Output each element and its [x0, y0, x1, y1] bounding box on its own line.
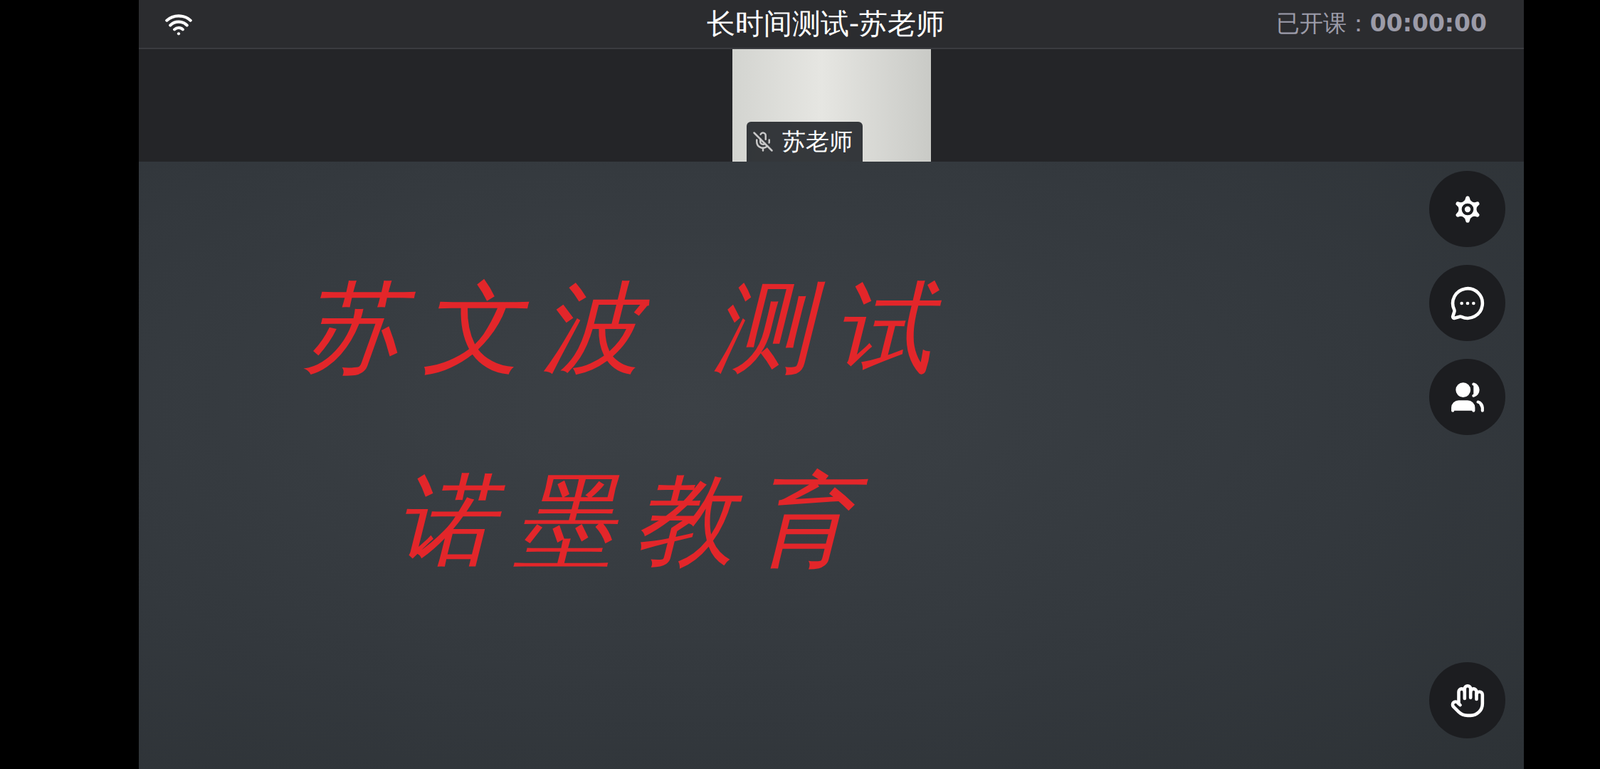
- chat-button[interactable]: [1429, 264, 1506, 341]
- board-handwriting: 诺墨教育: [395, 460, 874, 581]
- class-title: 长时间测试-苏老师: [706, 4, 945, 44]
- top-bar: 长时间测试-苏老师 已开课：00:00:00: [138, 0, 1524, 50]
- blackboard[interactable]: 苏文波 测试诺墨教育: [138, 161, 1524, 769]
- classroom-page: 长时间测试-苏老师 已开课：00:00:00 苏老师苏文波 测试诺墨教育: [0, 0, 1600, 769]
- wifi-icon: [164, 9, 193, 39]
- classroom-stage: 长时间测试-苏老师 已开课：00:00:00 苏老师苏文波 测试诺墨教育: [138, 0, 1524, 769]
- gear-icon: [1449, 191, 1486, 228]
- timer-label: 已开课：: [1276, 7, 1371, 40]
- video-name-tag: 苏老师: [746, 121, 863, 162]
- teacher-video[interactable]: 苏老师: [732, 49, 931, 162]
- timer-value: 00:00:00: [1370, 9, 1487, 38]
- chat-icon: [1449, 285, 1486, 321]
- class-timer: 已开课：00:00:00: [1276, 7, 1487, 40]
- settings-button[interactable]: [1429, 170, 1506, 247]
- video-strip: 苏老师: [138, 49, 1524, 162]
- raise-hand-button[interactable]: [1429, 661, 1506, 739]
- video-name: 苏老师: [782, 125, 853, 159]
- mic-off-icon: [752, 130, 774, 153]
- hand-icon: [1449, 682, 1486, 719]
- board-handwriting: 苏文波 测试: [302, 268, 953, 388]
- members-button[interactable]: [1429, 358, 1506, 435]
- users-icon: [1449, 379, 1486, 415]
